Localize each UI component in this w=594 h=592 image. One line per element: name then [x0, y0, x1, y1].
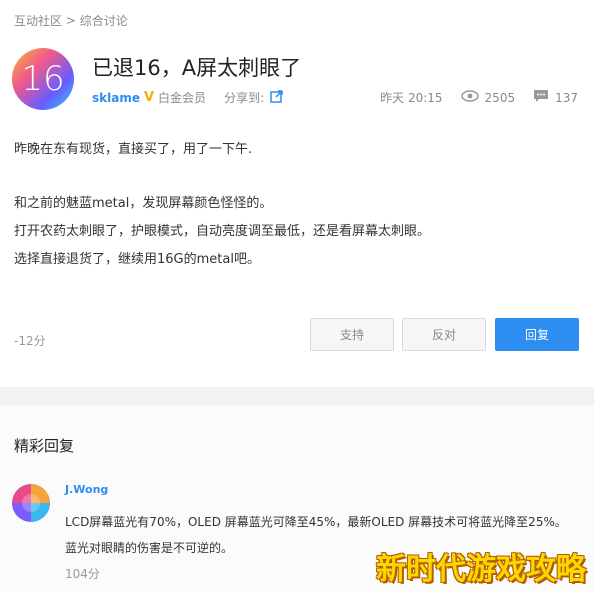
featured-replies-title: 精彩回复: [14, 437, 75, 455]
avatar-text: 16: [21, 59, 65, 99]
post-line-4: 选择直接退货了，继续用16G的metal吧。: [14, 252, 260, 267]
share-label: 分享到:: [224, 91, 265, 105]
comment-icon: [533, 89, 549, 106]
post-stats: 昨天 20:15 2505 137: [380, 89, 578, 106]
watermark: 新时代游戏攻略: [376, 552, 586, 587]
author-name[interactable]: sklame: [92, 91, 140, 105]
breadcrumb-separator: >: [65, 13, 76, 28]
reply-avatar[interactable]: [12, 484, 50, 522]
oppose-button[interactable]: 反对: [402, 318, 486, 351]
eye-icon: [460, 90, 479, 105]
breadcrumb-community[interactable]: 互动社区: [14, 14, 62, 28]
comment-count: 137: [555, 90, 578, 105]
reply-button[interactable]: 回复: [495, 318, 579, 351]
post-line-3: 打开农药太刺眼了，护眼模式，自动亮度调至最低，还是看屏幕太刺眼。: [14, 224, 431, 239]
view-count: 2505: [484, 90, 516, 105]
member-level: 白金会员: [158, 91, 207, 105]
post-title: 已退16，A屏太刺眼了: [92, 56, 302, 80]
author-avatar[interactable]: 16: [12, 48, 74, 110]
post-line-1: 昨晚在东有现货，直接买了，用了一下午.: [14, 142, 253, 157]
post-time: 昨天 20:15: [380, 91, 443, 105]
reply-score: 104分: [65, 567, 100, 581]
post-line-2: 和之前的魅蓝metal，发现屏幕颜色怪怪的。: [14, 196, 273, 211]
reply-author[interactable]: J.Wong: [65, 483, 108, 496]
post-meta: sklame V 白金会员 分享到:: [92, 89, 283, 106]
share-icon[interactable]: [270, 89, 283, 106]
support-button[interactable]: 支持: [310, 318, 394, 351]
breadcrumb-general-discussion[interactable]: 综合讨论: [80, 14, 128, 28]
breadcrumb: 互动社区 > 综合讨论: [14, 12, 128, 29]
section-divider: [0, 387, 594, 405]
verified-badge-icon: V: [143, 90, 155, 105]
post-score: -12分: [14, 334, 46, 348]
